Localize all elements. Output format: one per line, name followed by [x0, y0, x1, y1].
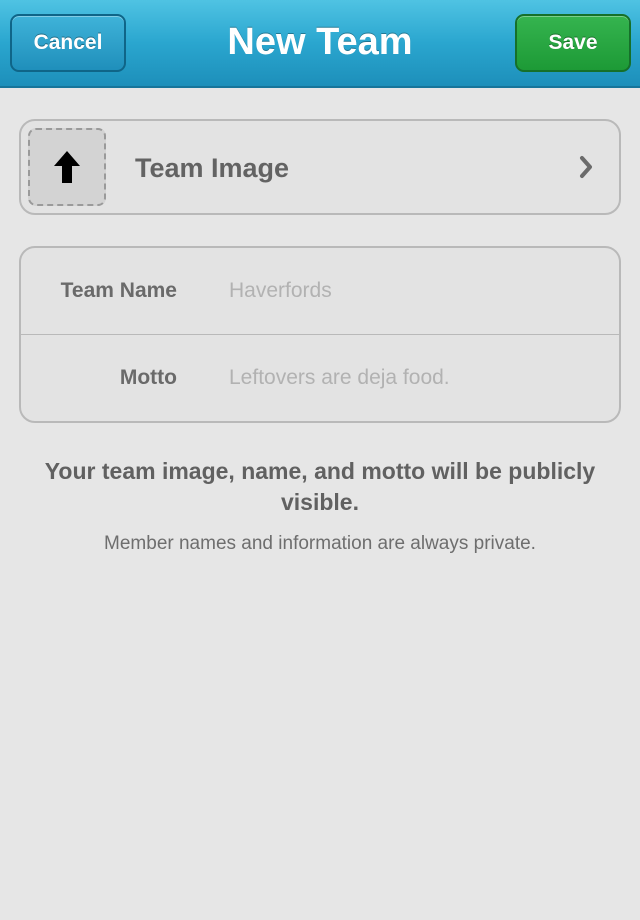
team-details-form: Team Name Motto [19, 246, 621, 423]
team-name-row: Team Name [21, 248, 619, 334]
privacy-notice: Member names and information are always … [104, 533, 536, 554]
chevron-right-icon [580, 156, 592, 178]
team-name-label: Team Name [60, 279, 177, 302]
save-button[interactable]: Save [515, 14, 631, 72]
team-image-row[interactable]: Team Image [19, 119, 621, 215]
public-visibility-notice: Your team image, name, and motto will be… [44, 458, 596, 515]
upload-image-button[interactable] [28, 128, 106, 206]
navigation-bar: Cancel New Team Save [0, 0, 640, 88]
page-title: New Team [227, 21, 413, 63]
team-image-label: Team Image [135, 153, 290, 183]
team-name-input[interactable] [229, 276, 599, 306]
up-arrow-icon [54, 151, 80, 183]
motto-input[interactable] [229, 363, 599, 393]
motto-label: Motto [119, 366, 177, 389]
cancel-button[interactable]: Cancel [10, 14, 126, 72]
motto-row: Motto [21, 335, 619, 421]
